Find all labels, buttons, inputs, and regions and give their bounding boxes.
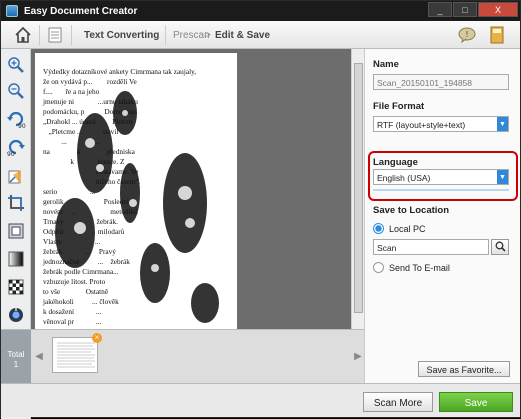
manual-book-icon[interactable] bbox=[487, 25, 507, 45]
local-pc-radio[interactable] bbox=[373, 223, 384, 234]
rotate-right-icon[interactable]: 90 bbox=[6, 137, 26, 157]
close-button[interactable]: X bbox=[478, 2, 518, 17]
language-value: English (USA) bbox=[377, 173, 431, 183]
app-window: Easy Document Creator _ □ X Text Convert… bbox=[0, 0, 521, 419]
list-view-icon[interactable] bbox=[45, 25, 65, 45]
zoom-in-icon[interactable] bbox=[6, 55, 26, 75]
save-as-favorite-button[interactable]: Save as Favorite... bbox=[418, 361, 510, 377]
svg-text:!: ! bbox=[465, 30, 468, 39]
app-icon bbox=[6, 5, 18, 17]
language-label: Language bbox=[373, 157, 418, 168]
document-scrollbar[interactable] bbox=[351, 49, 364, 329]
scan-noise-overlay bbox=[55, 91, 219, 323]
window-title: Easy Document Creator bbox=[24, 5, 138, 17]
total-count-box: Total 1 bbox=[1, 330, 31, 384]
page-thumbnail[interactable] bbox=[52, 337, 98, 373]
contrast-checker-icon[interactable] bbox=[6, 277, 26, 297]
maximize-button[interactable]: □ bbox=[453, 2, 477, 17]
thumbnail-close-icon[interactable]: × bbox=[92, 333, 102, 343]
total-label: Total bbox=[7, 350, 25, 359]
save-options-panel: Name Scan_20150101_194858 File Format RT… bbox=[364, 49, 520, 383]
bottom-action-bar: Scan More Save bbox=[1, 383, 520, 417]
scan-more-button[interactable]: Scan More bbox=[363, 392, 433, 412]
save-button[interactable]: Save bbox=[439, 392, 513, 412]
thumbnail-strip: Total 1 ◀ × ▶ bbox=[1, 329, 364, 384]
chevron-down-icon[interactable]: ▼ bbox=[497, 170, 508, 184]
local-pc-label: Local PC bbox=[389, 224, 426, 234]
zoom-out-icon[interactable] bbox=[6, 81, 26, 101]
total-count: 1 bbox=[13, 360, 19, 369]
document-preview[interactable]: Výdedky dotazníkové ankety Cimrmana tak … bbox=[31, 49, 364, 329]
auto-adjust-icon[interactable] bbox=[6, 305, 26, 325]
rotate-right-label: 90 bbox=[7, 151, 15, 157]
strip-left-arrow-icon[interactable]: ◀ bbox=[34, 346, 44, 366]
folder-field[interactable]: Scan bbox=[373, 239, 489, 255]
search-icon bbox=[495, 241, 506, 252]
name-label: Name bbox=[373, 59, 399, 70]
file-format-dropdown[interactable]: RTF (layout+style+text) ▼ bbox=[373, 116, 509, 132]
language-dropdown[interactable]: English (USA) ▼ bbox=[373, 169, 509, 185]
breadcrumb-edit-save: Edit & Save bbox=[215, 30, 271, 41]
top-toolbar: Text Converting Prescan > Edit & Save ! bbox=[1, 21, 520, 49]
scanned-page: Výdedky dotazníkové ankety Cimrmana tak … bbox=[35, 53, 237, 329]
send-email-radio[interactable] bbox=[373, 262, 384, 273]
breadcrumb-text-converting[interactable]: Text Converting bbox=[84, 30, 159, 41]
chevron-down-icon[interactable]: ▼ bbox=[497, 117, 508, 131]
brightness-icon[interactable] bbox=[6, 249, 26, 269]
title-bar: Easy Document Creator _ □ X bbox=[1, 1, 520, 21]
page-frame-icon[interactable] bbox=[6, 221, 26, 241]
language-underline bbox=[373, 189, 509, 191]
home-icon[interactable] bbox=[13, 25, 33, 45]
rotate-left-icon[interactable]: 90 bbox=[6, 109, 26, 129]
save-location-label: Save to Location bbox=[373, 205, 450, 216]
file-format-value: RTF (layout+style+text) bbox=[377, 120, 466, 130]
minimize-button[interactable]: _ bbox=[428, 2, 452, 17]
crop-icon[interactable] bbox=[6, 193, 26, 213]
breadcrumb-separator: > bbox=[205, 30, 211, 41]
send-email-label: Send To E-mail bbox=[389, 263, 450, 273]
window-controls: _ □ X bbox=[428, 2, 518, 17]
scrollbar-thumb[interactable] bbox=[354, 63, 363, 313]
strip-right-arrow-icon[interactable]: ▶ bbox=[353, 346, 363, 366]
name-field[interactable]: Scan_20150101_194858 bbox=[373, 74, 509, 90]
browse-folder-button[interactable] bbox=[491, 239, 509, 255]
file-format-label: File Format bbox=[373, 101, 425, 112]
rotate-left-label: 90 bbox=[18, 123, 26, 129]
help-icon[interactable]: ! bbox=[457, 25, 477, 45]
flip-icon[interactable] bbox=[6, 167, 26, 187]
